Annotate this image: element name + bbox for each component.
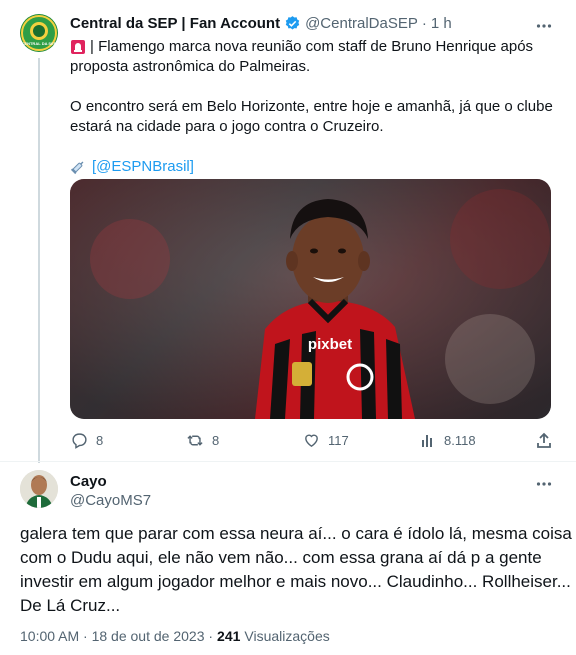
retweet-count: 8 (212, 433, 220, 448)
views-count: 8.118 (444, 432, 476, 448)
siren-icon (70, 39, 86, 55)
reply-avatar[interactable] (20, 470, 58, 508)
separator-dot: · (421, 15, 427, 32)
tweet-text: | Flamengo marca nova reunião com staff … (70, 37, 560, 177)
tweet-line-2: proposta astronômica do Palmeiras. (70, 58, 311, 75)
reply-count: 8 (96, 433, 104, 448)
tweet-line-4: estará na cidade para o jogo contra o Cr… (70, 118, 384, 135)
views-chart-icon (420, 432, 436, 448)
tweet-line-3: O encontro será em Belo Horizonte, entre… (70, 98, 553, 115)
retweet-icon (186, 432, 204, 449)
share-icon[interactable] (536, 432, 552, 449)
like-action[interactable]: 117 (303, 432, 349, 449)
reply-meta: 10:00 AM · 18 de out de 2023 · 241 Visua… (20, 628, 330, 644)
reply-timestamp[interactable]: 10:00 AM · 18 de out de 2023 · (20, 628, 213, 644)
reply-views-label: Visualizações (244, 628, 330, 644)
reply-action[interactable]: 8 (71, 432, 103, 449)
more-options-icon[interactable] (536, 18, 552, 34)
tweet-time[interactable]: 1 h (431, 15, 452, 32)
reply-views-count: 241 (217, 628, 241, 644)
reply-text-line: galera tem que parar com essa neura aí..… (20, 524, 572, 543)
reply-author-name[interactable]: Cayo (70, 473, 107, 490)
reply-text-line: com o Dudu aqui, ele não vem não... com … (20, 548, 542, 567)
author-handle[interactable]: @CentralDaSEP (305, 15, 418, 32)
thread-line (38, 58, 40, 463)
reply-text-line: investir em algum jogador melhor e mais … (20, 572, 571, 591)
views-action[interactable]: 8.118 (420, 432, 476, 448)
source-close-bracket: ] (189, 158, 194, 175)
retweet-action[interactable]: 8 (186, 432, 219, 449)
source-mention-link[interactable]: @ESPNBrasil (96, 157, 190, 177)
like-count: 117 (328, 433, 349, 448)
syringe-icon (70, 159, 86, 175)
reply-more-options-icon[interactable] (536, 476, 552, 492)
tweet-line-1: | Flamengo marca nova reunião com staff … (90, 38, 534, 55)
jersey-sponsor-text: pixbet (308, 336, 352, 353)
reply-author-handle[interactable]: @CayoMS7 (70, 492, 151, 509)
divider (0, 461, 576, 462)
reply-icon (71, 432, 88, 449)
avatar-text: CENTRAL DA SEP (21, 41, 57, 46)
verified-badge-icon (284, 15, 301, 32)
tweet-header: Central da SEP | Fan Account @CentralDaS… (70, 15, 452, 32)
avatar[interactable]: CENTRAL DA SEP (20, 14, 58, 52)
reply-text-line: De Lá Cruz... (20, 596, 121, 615)
tweet-photo[interactable]: pixbet (70, 179, 551, 419)
author-name[interactable]: Central da SEP | Fan Account (70, 15, 280, 32)
heart-icon (303, 432, 320, 449)
reply-text: galera tem que parar com essa neura aí..… (20, 522, 572, 618)
